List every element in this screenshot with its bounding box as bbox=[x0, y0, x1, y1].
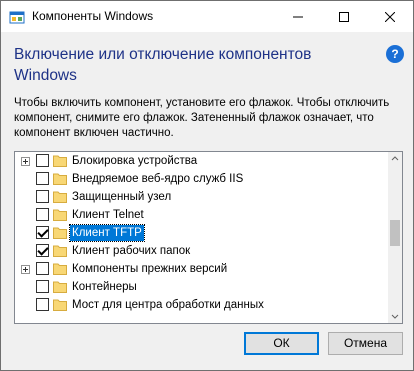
feature-item[interactable]: Мост для центра обработки данных bbox=[15, 296, 388, 314]
feature-item[interactable]: Компоненты прежних версий bbox=[15, 260, 388, 278]
instructions-text: Чтобы включить компонент, установите его… bbox=[14, 97, 390, 139]
title-bar[interactable]: Компоненты Windows bbox=[1, 1, 413, 32]
feature-label: Клиент Telnet bbox=[72, 209, 144, 221]
close-button[interactable] bbox=[367, 1, 413, 32]
expand-icon[interactable] bbox=[21, 265, 30, 274]
cancel-button[interactable]: Отмена bbox=[328, 332, 403, 355]
feature-item[interactable]: Клиент Telnet bbox=[15, 206, 388, 224]
feature-checkbox[interactable] bbox=[36, 244, 49, 257]
features-tree[interactable]: Блокировка устройства Внедряемое веб-ядро… bbox=[14, 151, 403, 324]
maximize-icon bbox=[339, 11, 349, 22]
folder-icon bbox=[53, 191, 67, 203]
folder-icon bbox=[53, 209, 67, 221]
feature-label: Компоненты прежних версий bbox=[72, 263, 228, 275]
feature-label: Клиент рабочих папок bbox=[72, 245, 191, 257]
feature-checkbox[interactable] bbox=[36, 298, 49, 311]
feature-label: Контейнеры bbox=[72, 281, 137, 293]
feature-checkbox[interactable] bbox=[36, 154, 49, 167]
scroll-down-button[interactable] bbox=[388, 309, 402, 323]
folder-icon bbox=[53, 173, 67, 185]
ok-button[interactable]: ОК bbox=[244, 332, 319, 355]
folder-icon bbox=[53, 299, 67, 311]
scroll-thumb[interactable] bbox=[390, 220, 400, 246]
feature-checkbox[interactable] bbox=[36, 172, 49, 185]
help-icon[interactable]: ? bbox=[386, 45, 404, 63]
folder-icon bbox=[53, 227, 67, 239]
feature-label: Блокировка устройства bbox=[72, 155, 198, 167]
minimize-icon bbox=[293, 16, 303, 17]
feature-item[interactable]: Внедряемое веб-ядро служб IIS bbox=[15, 170, 388, 188]
scroll-up-button[interactable] bbox=[388, 152, 402, 166]
feature-checkbox[interactable] bbox=[36, 262, 49, 275]
feature-item[interactable]: Защищенный узел bbox=[15, 188, 388, 206]
feature-item[interactable]: Блокировка устройства bbox=[15, 152, 388, 170]
feature-item[interactable]: Контейнеры bbox=[15, 278, 388, 296]
vertical-scrollbar[interactable] bbox=[388, 152, 402, 323]
folder-icon bbox=[53, 281, 67, 293]
features-list: Блокировка устройства Внедряемое веб-ядро… bbox=[15, 152, 388, 323]
feature-label: Внедряемое веб-ядро служб IIS bbox=[72, 173, 244, 185]
feature-label: Защищенный узел bbox=[72, 191, 172, 203]
feature-checkbox[interactable] bbox=[36, 190, 49, 203]
expand-icon[interactable] bbox=[21, 157, 30, 166]
maximize-button[interactable] bbox=[321, 1, 367, 32]
page-title: Включение или отключение компонентов Win… bbox=[14, 46, 312, 84]
feature-checkbox[interactable] bbox=[36, 226, 49, 239]
chevron-up-icon bbox=[391, 156, 399, 161]
minimize-button[interactable] bbox=[275, 1, 321, 32]
feature-checkbox[interactable] bbox=[36, 280, 49, 293]
folder-icon bbox=[53, 263, 67, 275]
feature-label: Мост для центра обработки данных bbox=[72, 299, 264, 311]
windows-features-dialog: Компоненты Windows Включение или отключе… bbox=[0, 0, 414, 371]
feature-label: Клиент TFTP bbox=[69, 224, 145, 242]
close-icon bbox=[385, 11, 395, 22]
window-title: Компоненты Windows bbox=[32, 9, 154, 23]
chevron-down-icon bbox=[391, 314, 399, 319]
dialog-content: Включение или отключение компонентов Win… bbox=[1, 32, 413, 370]
feature-checkbox[interactable] bbox=[36, 208, 49, 221]
folder-icon bbox=[53, 155, 67, 167]
folder-icon bbox=[53, 245, 67, 257]
feature-item[interactable]: Клиент TFTP bbox=[15, 224, 388, 242]
windows-features-icon bbox=[9, 11, 25, 24]
feature-item[interactable]: Клиент рабочих папок bbox=[15, 242, 388, 260]
